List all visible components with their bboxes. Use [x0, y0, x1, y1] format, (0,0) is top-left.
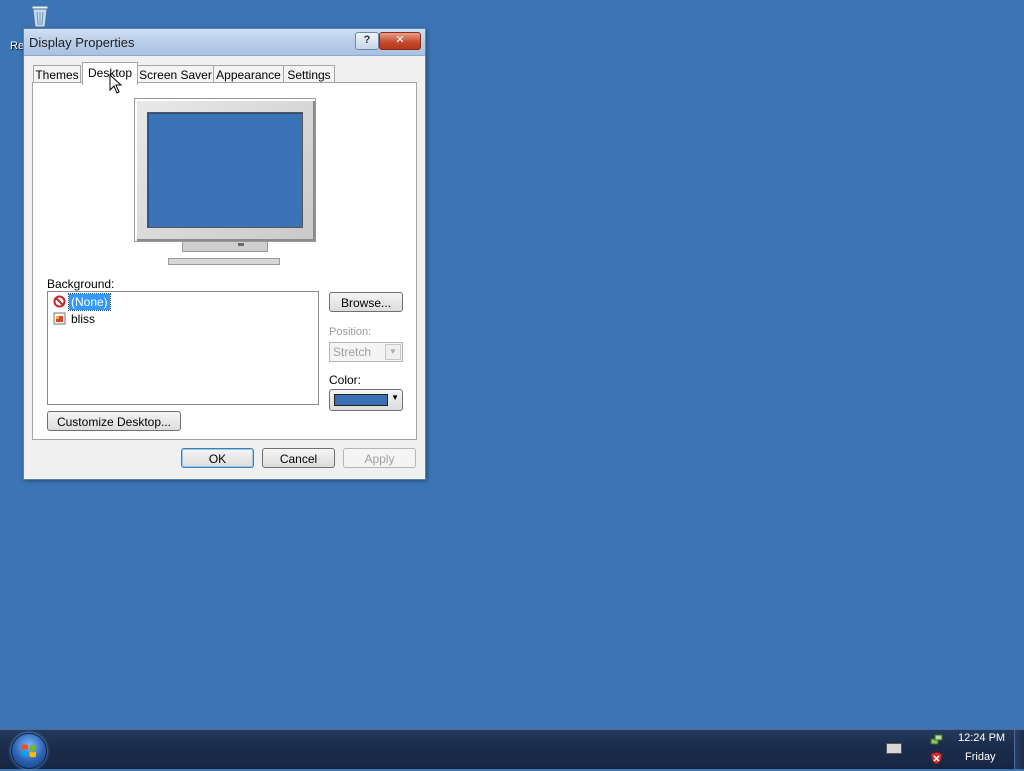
- taskbar: 12:24 PM Friday: [0, 729, 1024, 769]
- monitor-preview: [134, 98, 318, 269]
- title-bar[interactable]: Display Properties ? ✕: [24, 29, 425, 56]
- display-properties-dialog: Display Properties ? ✕ Themes Desktop Sc…: [23, 28, 426, 480]
- customize-desktop-button[interactable]: Customize Desktop...: [47, 411, 181, 431]
- monitor-power-led: [238, 243, 244, 246]
- background-label: Background:: [47, 277, 115, 291]
- color-label: Color:: [329, 373, 362, 387]
- color-picker-button[interactable]: ▼: [329, 389, 403, 411]
- position-value: Stretch: [333, 345, 372, 359]
- show-desktop-button[interactable]: [1014, 730, 1024, 769]
- position-select[interactable]: Stretch ▼: [329, 342, 403, 362]
- help-button[interactable]: ?: [355, 32, 379, 50]
- background-listbox[interactable]: (None) bliss: [47, 291, 319, 405]
- close-button[interactable]: ✕: [379, 32, 421, 50]
- start-button[interactable]: [11, 733, 47, 769]
- clock-day[interactable]: Friday: [965, 751, 996, 763]
- apply-button[interactable]: Apply: [343, 448, 416, 468]
- chevron-down-icon: ▼: [391, 393, 399, 402]
- no-symbol-icon: [53, 295, 66, 308]
- ok-button[interactable]: OK: [181, 448, 254, 468]
- list-item-label: (None): [68, 293, 111, 311]
- list-item-label: bliss: [71, 312, 96, 326]
- color-swatch: [334, 394, 388, 406]
- clock-time[interactable]: 12:24 PM: [958, 732, 1005, 744]
- recycle-bin-label: Re: [10, 40, 25, 52]
- position-label: Position:: [329, 326, 372, 338]
- window-title: Display Properties: [29, 35, 135, 50]
- keyboard-icon[interactable]: [886, 743, 902, 754]
- recycle-bin-icon: [31, 5, 49, 28]
- image-file-icon: [53, 312, 66, 325]
- monitor-bezel: [134, 98, 316, 242]
- desktop-tab-panel: Background: (None) bliss Browse... Posit…: [32, 82, 417, 440]
- mouse-pointer-icon: [109, 74, 123, 94]
- security-shield-icon[interactable]: [930, 751, 943, 765]
- monitor-base: [168, 258, 280, 265]
- monitor-preview-screen: [147, 112, 303, 228]
- cancel-button[interactable]: Cancel: [262, 448, 335, 468]
- network-icon[interactable]: [930, 733, 943, 746]
- monitor-stand: [182, 241, 268, 252]
- browse-button[interactable]: Browse...: [329, 292, 403, 312]
- windows-logo-icon: [22, 744, 36, 758]
- chevron-down-icon: ▼: [385, 344, 401, 360]
